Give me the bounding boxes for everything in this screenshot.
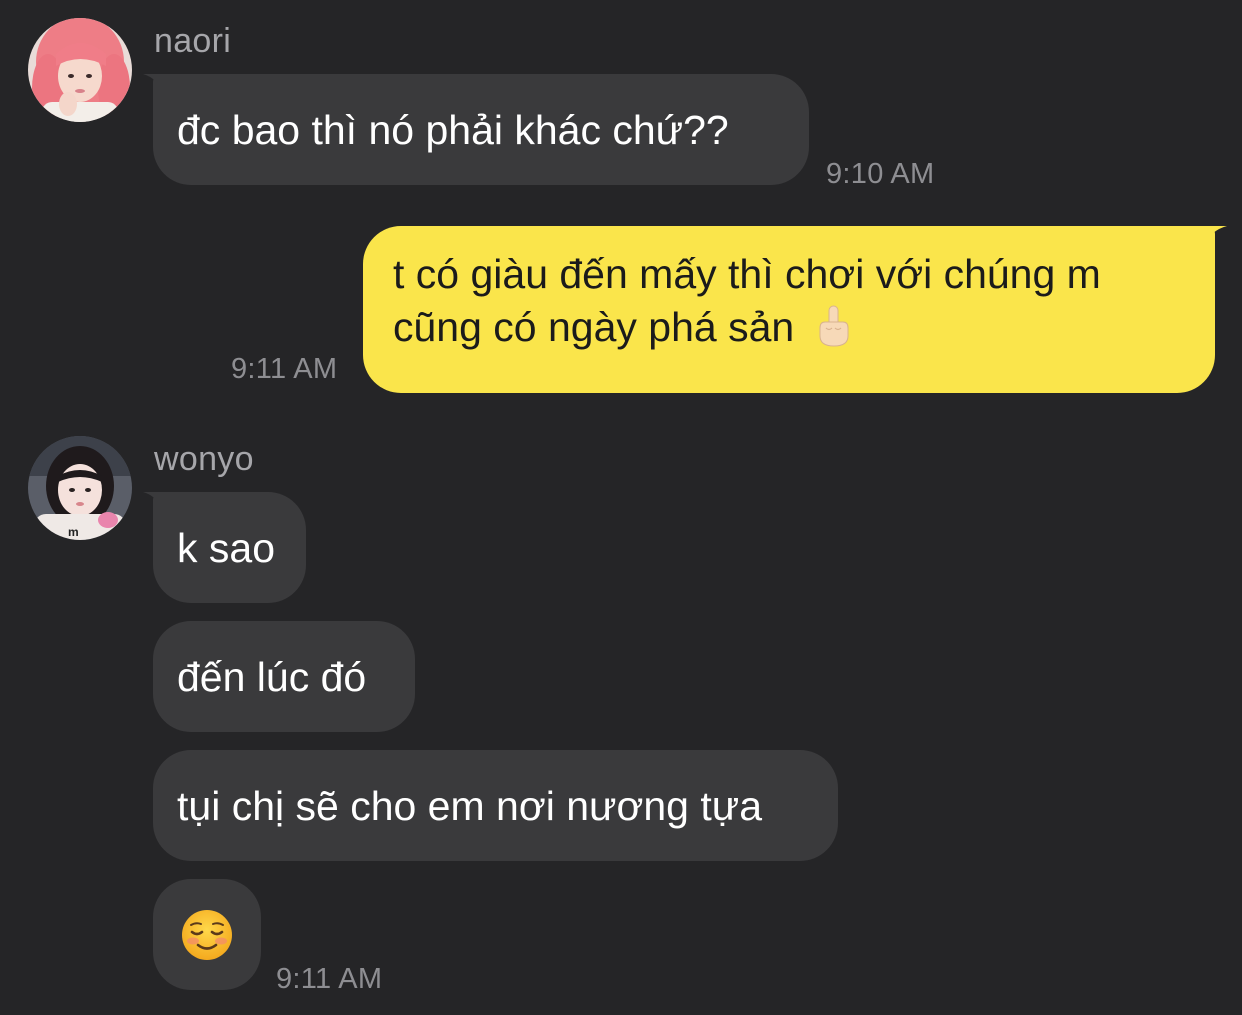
message-text: k sao [177, 524, 275, 571]
sender-name-naori: naori [154, 22, 232, 60]
bubble-tail-icon [143, 492, 165, 512]
message-bubble[interactable]: tụi chị sẽ cho em nơi nương tựa [153, 750, 838, 861]
message-text-line1: t có giàu đến mấy thì chơi với chúng m [393, 251, 1101, 297]
avatar-wonyo[interactable]: m [28, 436, 132, 540]
message-bubble[interactable]: đc bao thì nó phải khác chứ?? [143, 74, 809, 185]
message-timestamp: 9:10 AM [826, 158, 935, 190]
message-text-line2: cũng có ngày phá sản [393, 304, 795, 350]
outgoing-message-bubble[interactable]: t có giàu đến mấy thì chơi với chúng m c… [363, 226, 1227, 393]
message-text: tụi chị sẽ cho em nơi nương tựa [177, 782, 762, 829]
sender-name-wonyo: wonyo [154, 440, 254, 478]
bubble-tail-icon [143, 74, 165, 94]
bubble-tail-icon [1201, 226, 1227, 248]
dark-hair-avatar-icon: m [28, 436, 132, 540]
chat-thread: naori đc bao thì nó phải khác chứ?? 9:10… [0, 0, 1242, 1015]
message-text-line2-wrap: cũng có ngày phá sản [393, 301, 854, 354]
message-bubble[interactable]: k sao [143, 492, 306, 603]
pink-hair-avatar-icon [28, 18, 132, 122]
emoji-message-bubble[interactable] [153, 879, 261, 990]
middle-finger-emoji-icon [819, 305, 849, 347]
message-text: đến lúc đó [177, 653, 367, 700]
message-text: đc bao thì nó phải khác chứ?? [177, 106, 729, 153]
message-bubble[interactable]: đến lúc đó [153, 621, 415, 732]
smiling-face-emoji-icon [182, 909, 232, 960]
svg-text:m: m [68, 525, 79, 539]
message-timestamp: 9:11 AM [231, 353, 338, 385]
avatar-naori[interactable] [28, 18, 132, 122]
message-timestamp: 9:11 AM [276, 963, 383, 995]
